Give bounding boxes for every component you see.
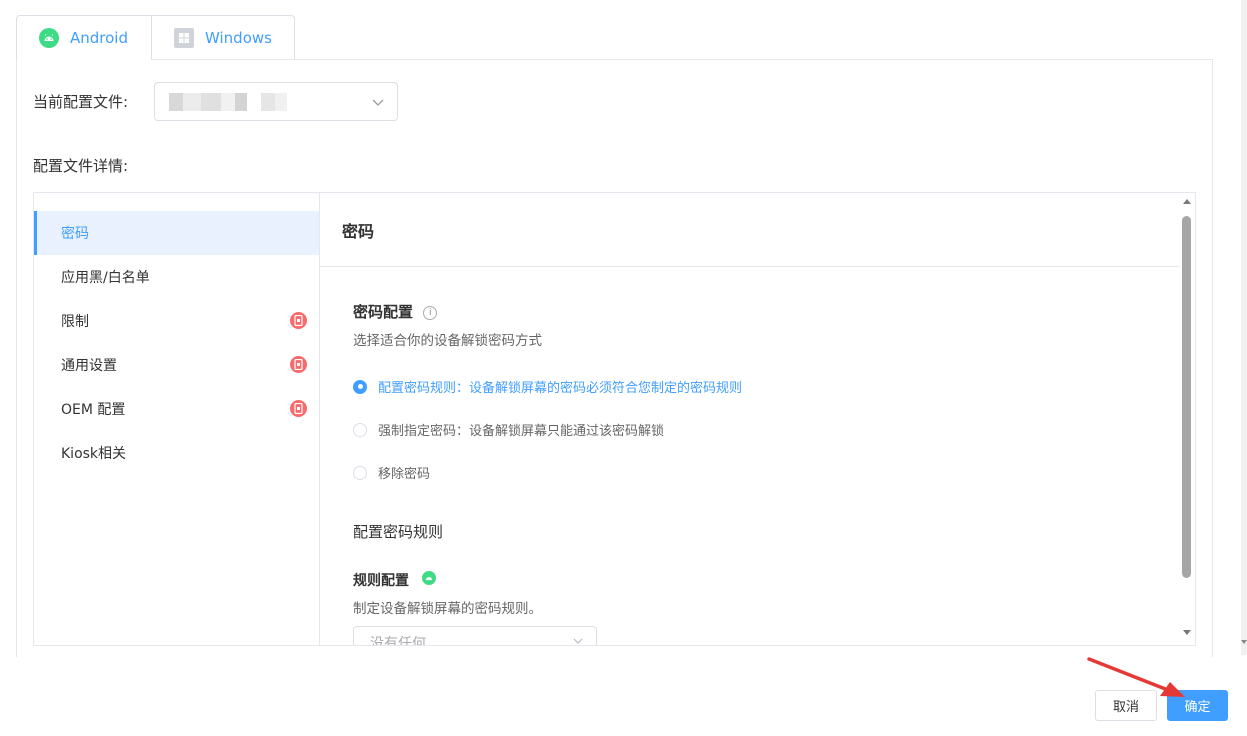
sidebar-item-label: 密码 (61, 226, 89, 242)
details-label: 配置文件详情: (33, 157, 129, 175)
profile-select[interactable] (154, 82, 398, 121)
sidebar-item-label: 通用设置 (61, 358, 117, 374)
tab-windows[interactable]: Windows (151, 15, 295, 59)
android-icon (421, 571, 436, 589)
radio-label: 强制指定密码：设备解锁屏幕只能通过该密码解锁 (378, 424, 665, 439)
rule-select-value: 没有任何 (370, 636, 426, 646)
scroll-down-arrow-icon[interactable] (1183, 630, 1191, 635)
sidebar-item-label: 应用黑/白名单 (61, 270, 150, 286)
platform-tabs: Android Windows (16, 15, 295, 60)
scroll-down-arrow-icon[interactable] (1241, 640, 1247, 644)
android-icon (39, 28, 59, 48)
sidebar-item-general-settings[interactable]: 通用设置 (34, 343, 319, 387)
radio-configure-rules[interactable]: 配置密码规则：设备解锁屏幕的密码必须符合您制定的密码规则 (353, 377, 742, 396)
windows-icon (174, 27, 194, 48)
chevron-down-icon (573, 638, 583, 644)
current-profile-label: 当前配置文件: (33, 93, 129, 111)
radio-circle (353, 465, 367, 480)
radio-circle (353, 379, 367, 394)
device-badge-icon (290, 312, 307, 329)
password-config-desc: 选择适合你的设备解锁密码方式 (353, 333, 542, 349)
rule-config-desc: 制定设备解锁屏幕的密码规则。 (353, 601, 542, 617)
profile-details: 密码 应用黑/白名单 限制 通用设置 OEM 配置 Kiosk相关 密码 密码配… (33, 192, 1196, 646)
sidebar: 密码 应用黑/白名单 限制 通用设置 OEM 配置 Kiosk相关 (34, 193, 320, 645)
tab-windows-label: Windows (205, 28, 272, 47)
obscured-profile-name (169, 93, 287, 111)
rule-config-title-text: 规则配置 (353, 573, 409, 589)
sidebar-item-label: OEM 配置 (61, 402, 126, 418)
rule-config-title: 规则配置 (353, 570, 436, 590)
confirm-button[interactable]: 确定 (1167, 690, 1228, 721)
password-config-title: 密码配置 i (353, 301, 438, 322)
sidebar-item-kiosk[interactable]: Kiosk相关 (34, 431, 319, 475)
sidebar-item-label: 限制 (61, 314, 89, 330)
sidebar-item-app-list[interactable]: 应用黑/白名单 (34, 255, 319, 299)
content-header: 密码 (320, 193, 1179, 267)
rule-select[interactable]: 没有任何 (353, 626, 597, 646)
scroll-thumb[interactable] (1182, 216, 1191, 578)
content-title: 密码 (342, 222, 375, 241)
sidebar-item-restrictions[interactable]: 限制 (34, 299, 319, 343)
tab-android[interactable]: Android (16, 15, 152, 60)
content-pane: 密码 密码配置 i 选择适合你的设备解锁密码方式 配置密码规则：设备解锁屏幕的密… (320, 193, 1179, 645)
sidebar-item-oem-config[interactable]: OEM 配置 (34, 387, 319, 431)
device-badge-icon (290, 400, 307, 417)
device-badge-icon (290, 356, 307, 373)
radio-circle (353, 422, 367, 437)
scroll-up-arrow-icon[interactable] (1183, 199, 1191, 204)
tab-android-label: Android (70, 29, 128, 47)
rules-section-title: 配置密码规则 (353, 523, 444, 541)
radio-remove-password[interactable]: 移除密码 (353, 463, 430, 482)
page-scrollbar[interactable] (1241, 0, 1247, 655)
radio-label: 配置密码规则：设备解锁屏幕的密码必须符合您制定的密码规则 (378, 381, 743, 396)
radio-force-password[interactable]: 强制指定密码：设备解锁屏幕只能通过该密码解锁 (353, 420, 664, 439)
radio-label: 移除密码 (378, 467, 431, 482)
info-icon[interactable]: i (423, 306, 438, 320)
cancel-button[interactable]: 取消 (1095, 690, 1157, 721)
chevron-down-icon (372, 99, 384, 106)
content-scrollbar[interactable] (1179, 193, 1195, 645)
sidebar-item-password[interactable]: 密码 (34, 211, 319, 255)
password-config-title-text: 密码配置 (353, 303, 414, 321)
sidebar-item-label: Kiosk相关 (61, 446, 127, 462)
